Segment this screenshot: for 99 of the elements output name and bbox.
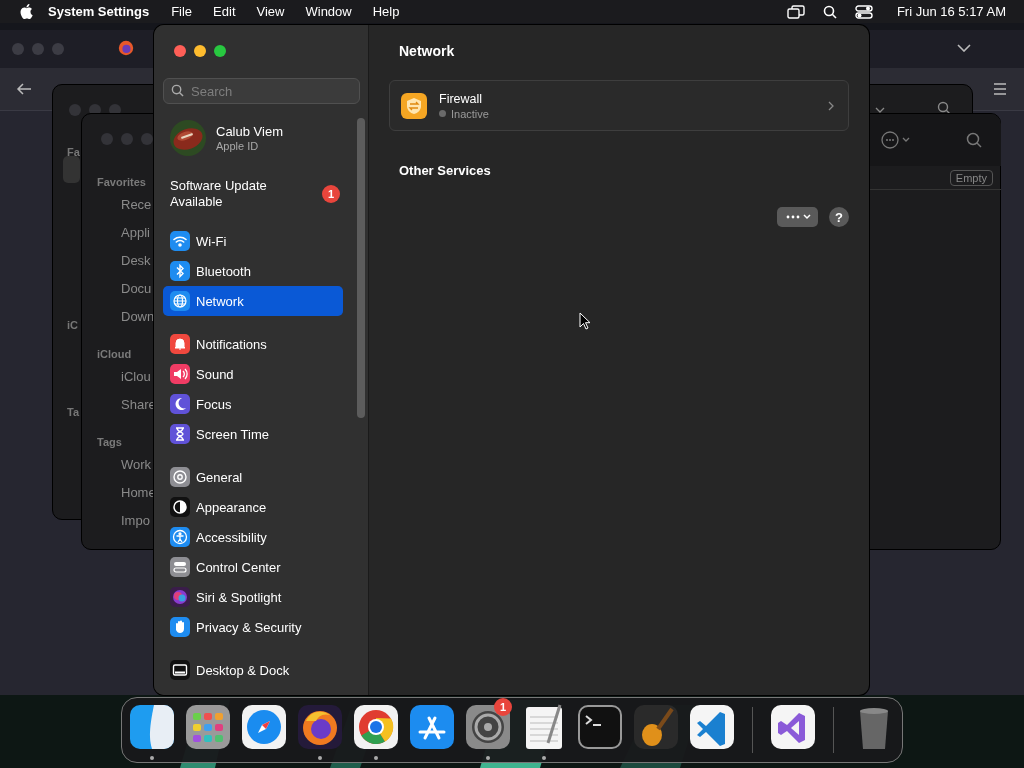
chevron-down-icon[interactable]: [957, 44, 971, 52]
notification-badge: 1: [322, 185, 340, 203]
guitar-icon[interactable]: [632, 703, 680, 751]
sidebar-item[interactable]: Docu: [97, 282, 156, 310]
sidebar-item[interactable]: Notifications: [163, 329, 343, 359]
sidebar-item[interactable]: Desktop & Dock: [163, 655, 343, 685]
empty-badge: Empty: [949, 169, 993, 186]
close-dot[interactable]: [101, 133, 113, 145]
sidebar-item[interactable]: Control Center: [163, 552, 343, 582]
sidebar-item[interactable]: Bluetooth: [163, 256, 343, 286]
terminal-icon[interactable]: [576, 703, 624, 751]
windows-icon[interactable]: [786, 4, 805, 19]
sidebar-item[interactable]: Work: [97, 458, 156, 486]
close-dot[interactable]: [12, 43, 24, 55]
minimize-dot[interactable]: [32, 43, 44, 55]
globe-icon: [170, 291, 190, 311]
account-subtitle: Apple ID: [216, 140, 260, 152]
cursor-icon: [579, 312, 591, 330]
sidebar-item[interactable]: Wi-Fi: [163, 226, 343, 256]
sidebar-item[interactable]: Desk: [97, 254, 156, 282]
sidebar-item[interactable]: Down: [97, 310, 156, 338]
ribbon-icon[interactable]: [688, 703, 736, 751]
app-store-icon[interactable]: [408, 703, 456, 751]
sidebar-item[interactable]: Siri & Spotlight: [163, 582, 343, 612]
firewall-row[interactable]: Firewall Inactive: [389, 80, 849, 131]
split-square-icon[interactable]: [128, 703, 176, 751]
scrollbar[interactable]: [357, 118, 365, 418]
firewall-status: Inactive: [451, 107, 489, 120]
close-button[interactable]: [174, 45, 186, 57]
sidebar-item[interactable]: Sound: [163, 359, 343, 389]
sidebar-item[interactable]: General: [163, 462, 343, 492]
segmented-ring-icon[interactable]: [352, 703, 400, 751]
help-button[interactable]: ?: [829, 207, 849, 227]
sidebar-heading: Fa: [67, 146, 80, 158]
hand-icon: [170, 617, 190, 637]
zoom-button[interactable]: [214, 45, 226, 57]
gear-icon: [170, 467, 190, 487]
fox-globe-icon[interactable]: [117, 39, 135, 57]
sidebar-heading: Tags: [97, 435, 123, 450]
sidebar-item[interactable]: Network: [163, 286, 343, 316]
infinity-ribbon-icon[interactable]: [769, 703, 817, 751]
more-button[interactable]: [777, 207, 818, 227]
compass-icon[interactable]: [240, 703, 288, 751]
accessibility-icon: [170, 527, 190, 547]
account-name[interactable]: Calub Viem: [216, 124, 283, 139]
menu-clock[interactable]: Fri Jun 16 5:17 AM: [896, 4, 1006, 19]
bluetooth-icon: [170, 261, 190, 281]
grid-icon[interactable]: [184, 703, 232, 751]
back-arrow-icon[interactable]: [16, 83, 32, 95]
zoom-dot[interactable]: [52, 43, 64, 55]
menu-item[interactable]: Edit: [213, 4, 236, 19]
menu-app-name[interactable]: System Settings: [48, 4, 150, 19]
sidebar-heading: Ta: [67, 406, 80, 418]
toggles-icon[interactable]: [854, 4, 873, 19]
menu-item[interactable]: Window: [305, 4, 352, 19]
speaker-icon: [170, 364, 190, 384]
zoom-dot[interactable]: [141, 133, 153, 145]
sidebar-heading: iC: [67, 319, 78, 331]
menu-item[interactable]: Help: [372, 4, 400, 19]
menu-icon[interactable]: [993, 83, 1007, 95]
minimize-button[interactable]: [194, 45, 206, 57]
hourglass-icon: [170, 424, 190, 444]
display-icon: [170, 660, 190, 680]
close-dot[interactable]: [69, 104, 81, 116]
bell-icon: [170, 334, 190, 354]
more-icon[interactable]: [880, 130, 912, 150]
contrast-icon: [170, 497, 190, 517]
sidebar-item[interactable]: iClou: [97, 370, 156, 398]
update-notice[interactable]: Software Update Available: [170, 178, 290, 210]
sidebar-heading: Favorites: [97, 175, 147, 190]
sidebar-item[interactable]: Appli: [97, 226, 156, 254]
search-icon: [171, 84, 184, 97]
sidebar-item[interactable]: Appearance: [163, 492, 343, 522]
firewall-title: Firewall: [439, 91, 484, 106]
wifi-icon: [170, 231, 190, 251]
sidebar-item[interactable]: Screen Time: [163, 419, 343, 449]
page-title: Network: [399, 43, 456, 59]
sidebar-item[interactable]: Focus: [163, 389, 343, 419]
minimize-dot[interactable]: [121, 133, 133, 145]
sidebar-item[interactable]: Rece: [97, 198, 156, 226]
apple-icon[interactable]: [20, 3, 34, 20]
notification-badge: 1: [494, 698, 512, 716]
sidebar-item[interactable]: Impo: [97, 514, 156, 542]
dock-item[interactable]: 1: [464, 698, 512, 762]
fox-globe-icon[interactable]: [296, 703, 344, 751]
sidebar-item[interactable]: Privacy & Security: [163, 612, 343, 642]
chevron-down-icon[interactable]: [875, 107, 885, 113]
orb-icon: [170, 587, 190, 607]
sidebar-item[interactable]: Accessibility: [163, 522, 343, 552]
search-field[interactable]: Search: [163, 78, 360, 104]
moon-icon: [170, 394, 190, 414]
section-heading: Other Services: [399, 163, 492, 178]
shield-arrows-icon: [401, 92, 427, 119]
menu-item[interactable]: View: [256, 4, 285, 19]
gear-icon[interactable]: [464, 703, 512, 751]
menu-item[interactable]: File: [171, 4, 193, 19]
sidebar-heading: iCloud: [97, 347, 133, 362]
toggles-icon: [170, 557, 190, 577]
chevron-right-icon: [828, 100, 834, 111]
